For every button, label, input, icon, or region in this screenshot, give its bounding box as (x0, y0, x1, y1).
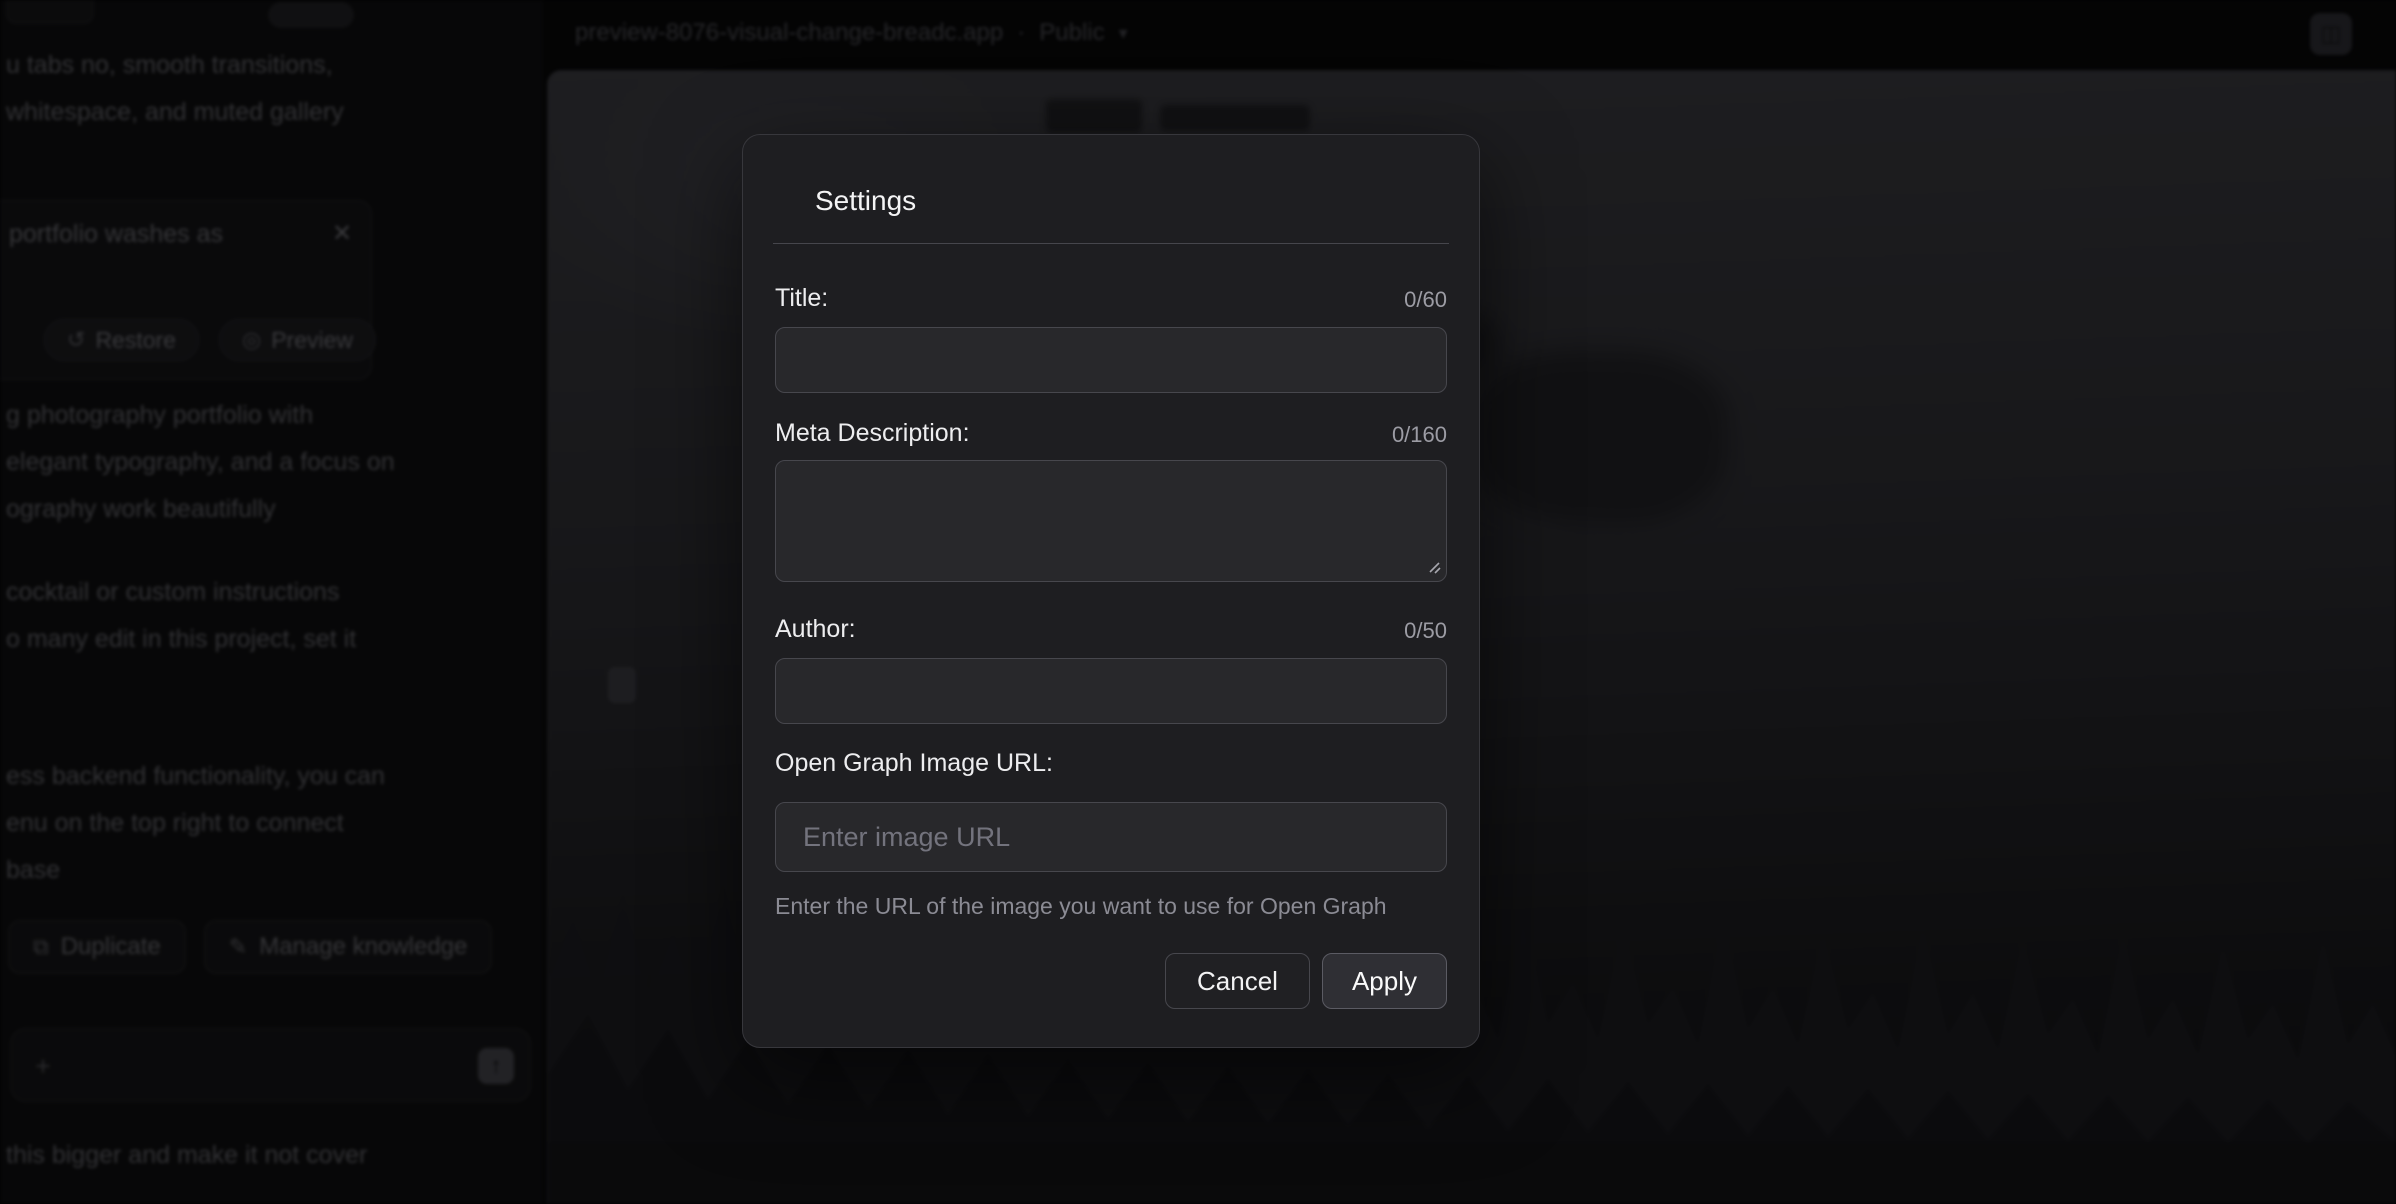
og-image-url-label: Open Graph Image URL: (775, 749, 1053, 778)
cancel-button[interactable]: Cancel (1165, 953, 1310, 1009)
og-image-url-input[interactable] (775, 802, 1447, 872)
resize-handle-icon[interactable] (1426, 559, 1441, 574)
apply-button[interactable]: Apply (1322, 953, 1447, 1009)
author-counter: 0/50 (1404, 618, 1447, 644)
meta-description-textarea[interactable] (775, 460, 1447, 582)
title-counter: 0/60 (1404, 287, 1447, 313)
author-input[interactable] (775, 658, 1447, 724)
settings-dialog: Settings Title: 0/60 Meta Description: 0… (742, 134, 1480, 1048)
title-label: Title: (775, 284, 828, 313)
dialog-title: Settings (815, 185, 1479, 217)
dialog-divider (773, 243, 1449, 244)
meta-description-counter: 0/160 (1392, 422, 1447, 448)
screen: u tabs no, smooth transitions, whitespac… (0, 0, 2396, 1204)
og-image-url-helper: Enter the URL of the image you want to u… (775, 893, 1447, 920)
meta-description-label: Meta Description: (775, 419, 970, 448)
author-label: Author: (775, 615, 856, 644)
title-input[interactable] (775, 327, 1447, 393)
